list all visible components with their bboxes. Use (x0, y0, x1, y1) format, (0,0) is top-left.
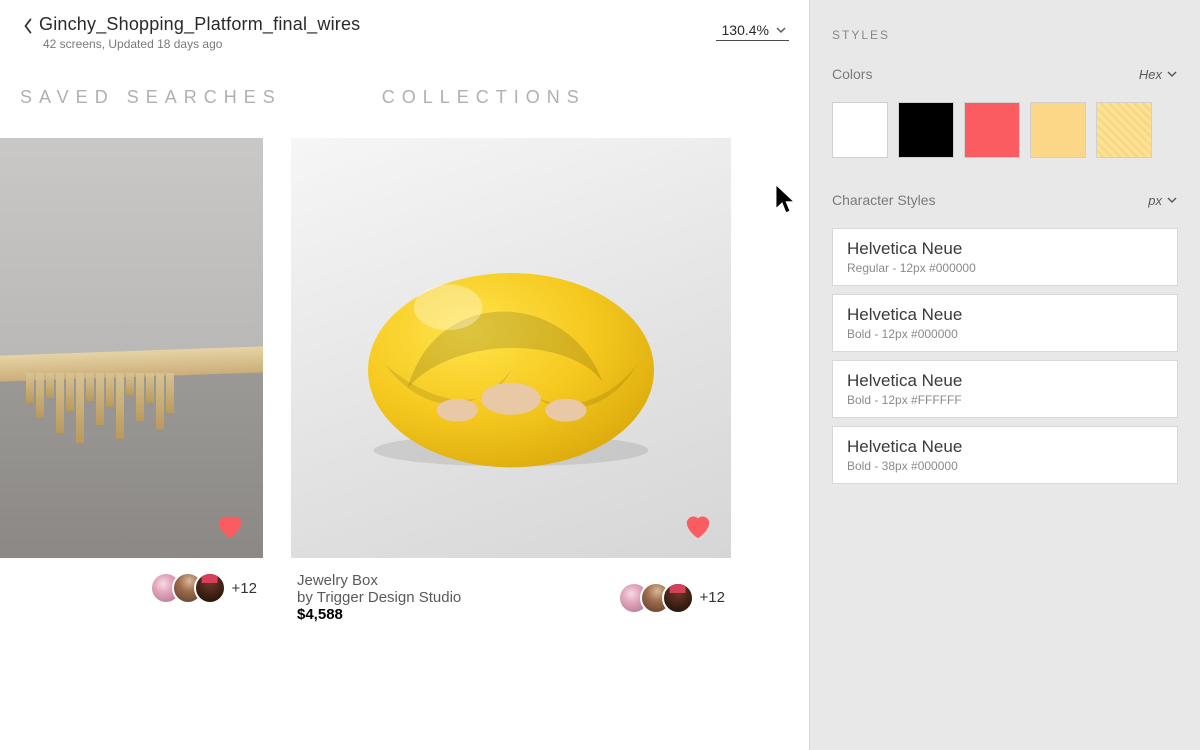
font-unit-value: px (1148, 193, 1162, 208)
charstyle-meta: Bold - 12px #FFFFFF (847, 393, 1163, 407)
heart-icon[interactable] (215, 512, 245, 540)
product-price: $4,588 (297, 606, 618, 623)
chevron-down-icon (775, 24, 787, 36)
zoom-value: 130.4% (722, 22, 769, 38)
character-styles-list: Helvetica Neue Regular - 12px #000000 He… (832, 228, 1178, 484)
charstyle-meta: Bold - 12px #000000 (847, 327, 1163, 341)
project-subtitle: 42 screens, Updated 18 days ago (39, 37, 716, 51)
charstyle-meta: Bold - 38px #000000 (847, 459, 1163, 473)
styles-inspector-panel: STYLES Colors Hex Character Styles px H (809, 0, 1200, 750)
heart-icon[interactable] (683, 512, 713, 540)
colors-section-label: Colors (832, 66, 872, 82)
avatar[interactable] (662, 582, 694, 614)
zoom-dropdown[interactable]: 130.4% (716, 18, 789, 41)
avatar-overflow-count[interactable]: +12 (232, 580, 257, 597)
contributor-avatars[interactable]: +12 (150, 572, 257, 604)
tab-saved-searches[interactable]: SAVED SEARCHES (20, 87, 282, 108)
character-style-item[interactable]: Helvetica Neue Bold - 12px #FFFFFF (832, 360, 1178, 418)
design-canvas[interactable]: Ginchy_Shopping_Platform_final_wires 42 … (0, 0, 809, 750)
color-swatch[interactable] (832, 102, 888, 158)
product-image[interactable] (0, 138, 263, 558)
tab-collections[interactable]: COLLECTIONS (382, 87, 586, 108)
charstyle-name: Helvetica Neue (847, 239, 1163, 259)
product-grid: +12 (0, 108, 809, 623)
character-style-item[interactable]: Helvetica Neue Regular - 12px #000000 (832, 228, 1178, 286)
avatar[interactable] (194, 572, 226, 604)
color-format-dropdown[interactable]: Hex (1139, 67, 1178, 82)
color-format-value: Hex (1139, 67, 1162, 82)
product-author: by Trigger Design Studio (297, 589, 618, 606)
product-image[interactable] (291, 138, 731, 558)
category-tabs: SAVED SEARCHES COLLECTIONS (0, 55, 809, 108)
color-swatches (832, 102, 1178, 158)
charstyle-name: Helvetica Neue (847, 371, 1163, 391)
charstyle-name: Helvetica Neue (847, 437, 1163, 457)
contributor-avatars[interactable]: +12 (618, 582, 725, 614)
product-card[interactable]: Jewelry Box by Trigger Design Studio $4,… (291, 138, 731, 623)
avatar-overflow-count[interactable]: +12 (700, 589, 725, 606)
color-swatch[interactable] (964, 102, 1020, 158)
color-swatch[interactable] (898, 102, 954, 158)
product-card[interactable]: +12 (0, 138, 263, 623)
project-title[interactable]: Ginchy_Shopping_Platform_final_wires (39, 14, 716, 35)
back-chevron-icon[interactable] (20, 15, 36, 37)
character-style-item[interactable]: Helvetica Neue Bold - 38px #000000 (832, 426, 1178, 484)
color-swatch[interactable] (1096, 102, 1152, 158)
project-header: Ginchy_Shopping_Platform_final_wires 42 … (0, 0, 809, 55)
font-unit-dropdown[interactable]: px (1148, 193, 1178, 208)
charstyle-meta: Regular - 12px #000000 (847, 261, 1163, 275)
charstyle-name: Helvetica Neue (847, 305, 1163, 325)
product-title: Jewelry Box (297, 572, 618, 589)
chevron-down-icon (1166, 68, 1178, 80)
color-swatch[interactable] (1030, 102, 1086, 158)
inspector-heading: STYLES (832, 28, 1178, 42)
chevron-down-icon (1166, 194, 1178, 206)
charstyles-section-label: Character Styles (832, 192, 935, 208)
character-style-item[interactable]: Helvetica Neue Bold - 12px #000000 (832, 294, 1178, 352)
